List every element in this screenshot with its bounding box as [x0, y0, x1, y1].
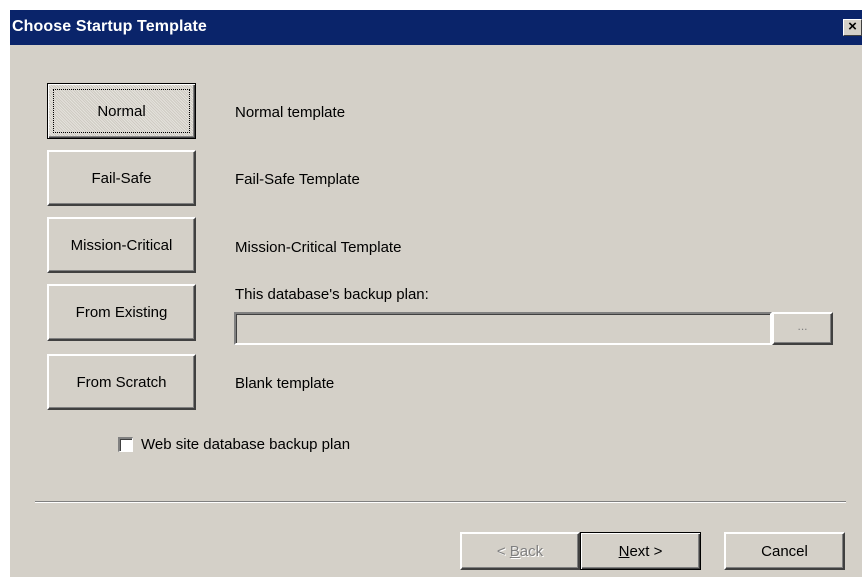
mission-critical-template-description: Mission-Critical Template [235, 239, 402, 256]
cancel-button[interactable]: Cancel [724, 532, 845, 570]
mission-critical-template-button[interactable]: Mission-Critical [47, 217, 196, 273]
fail-safe-button-label: Fail-Safe [91, 169, 152, 187]
back-button-label: < Back [497, 543, 543, 560]
fail-safe-template-description: Fail-Safe Template [235, 171, 360, 188]
from-scratch-template-button[interactable]: From Scratch [47, 354, 196, 410]
close-button[interactable]: × [843, 19, 862, 36]
normal-button-label: Normal [97, 102, 146, 120]
next-button[interactable]: Next > [580, 532, 701, 570]
backup-plan-label: This database's backup plan: [235, 286, 429, 303]
browse-button[interactable]: ... [772, 312, 833, 345]
next-button-label: Next > [619, 543, 663, 560]
from-scratch-button-label: From Scratch [76, 373, 167, 391]
next-rest: ext > [629, 542, 663, 560]
backup-plan-path-field[interactable] [234, 312, 772, 345]
web-site-backup-label: Web site database backup plan [141, 436, 351, 453]
title-bar[interactable]: Choose Startup Template × [10, 10, 862, 45]
from-existing-button-label: From Existing [75, 304, 168, 321]
next-mnemonic: N [618, 542, 630, 560]
back-prefix: < [496, 542, 510, 560]
cancel-button-label: Cancel [761, 542, 808, 560]
footer-separator [35, 501, 846, 503]
mission-critical-button-label: Mission-Critical [70, 236, 173, 254]
dialog-title: Choose Startup Template [12, 18, 207, 35]
web-site-backup-checkbox[interactable] [118, 437, 133, 452]
close-icon: × [848, 18, 857, 35]
back-button[interactable]: < Back [460, 532, 580, 570]
startup-template-dialog: Choose Startup Template × Normal Normal … [10, 10, 862, 577]
ellipsis-icon: ... [797, 319, 808, 333]
back-rest: ack [519, 542, 544, 560]
from-scratch-template-description: Blank template [235, 375, 335, 392]
back-mnemonic: B [509, 542, 520, 560]
normal-template-button[interactable]: Normal [47, 83, 196, 139]
from-existing-template-button[interactable]: From Existing [47, 284, 196, 341]
fail-safe-template-button[interactable]: Fail-Safe [47, 150, 196, 206]
normal-template-description: Normal template [235, 104, 346, 121]
